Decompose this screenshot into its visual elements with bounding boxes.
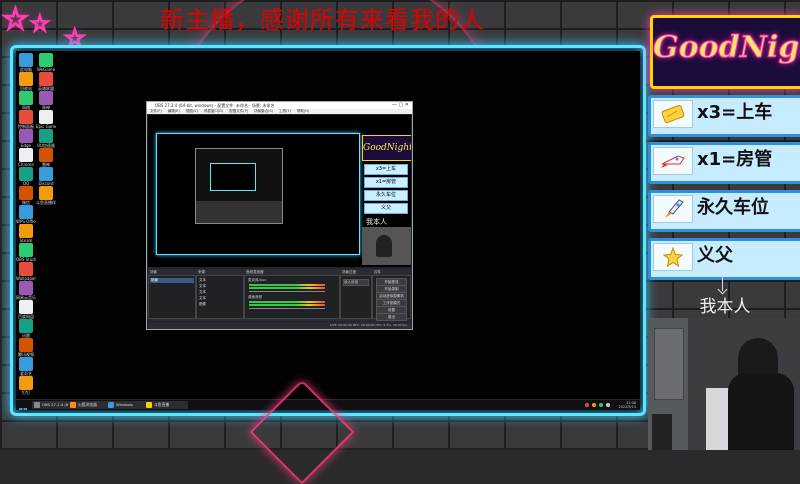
obs-control-button[interactable]: 退出: [376, 313, 407, 321]
obs-window[interactable]: OBS 27.2.4 (64-bit, windows) - 配置文件: 未命名…: [146, 101, 413, 330]
app-icon: [39, 186, 53, 200]
source-item[interactable]: 文本: [199, 278, 242, 283]
obs-menu-item[interactable]: 帮助(H): [297, 109, 309, 113]
obs-menubar[interactable]: 文件(F) 编辑(E) 视图(V) 停靠窗口(D) 配置文件(P) 场景集合(S) 工具(T…: [147, 109, 412, 114]
obs-menu-item[interactable]: 编辑(E): [168, 109, 180, 113]
me-label: 我本人: [699, 297, 751, 317]
star-icon: [653, 243, 693, 271]
desktop-capture-frame: 此电脑 回收站 网络 控制面板 Edge Chrome QQ 微信 WPS Office Stea…: [10, 45, 646, 416]
audio-mixer-dock[interactable]: 音频混音器 麦克风/Aux 桌面音频: [244, 270, 340, 319]
source-item[interactable]: 文本: [199, 296, 242, 301]
nested-gift-tag: 永久车位: [364, 190, 408, 201]
system-clock[interactable]: 21:08 2022/5/14: [619, 401, 636, 409]
source-item[interactable]: 文本: [199, 284, 242, 289]
volume-meter: [249, 287, 325, 289]
controls-dock[interactable]: 控件 开始推流 开始录制 启动虚拟摄像机 工作室模式 设置 退出: [372, 270, 411, 321]
app-icon: [39, 167, 53, 181]
rocket-icon: [653, 147, 693, 175]
nested-gift-tag: x1=房管: [364, 177, 408, 188]
app-icon: [39, 91, 53, 105]
star-icon: ☆: [29, 11, 51, 38]
gift-text: 义父: [697, 245, 733, 266]
scenes-dock[interactable]: 场景 场景: [148, 270, 196, 319]
volume-slider[interactable]: [249, 308, 325, 309]
nested-obs-window: [195, 148, 283, 224]
app-icon: [39, 110, 53, 124]
rocket-icon: [653, 195, 693, 223]
desktop-icon-label: 斗鱼直播伴侣: [36, 200, 56, 205]
star-icon: ☆: [1, 1, 30, 38]
volume-meter: [249, 304, 325, 306]
app-icon: [39, 53, 53, 67]
app-icon: [19, 376, 33, 390]
app-icon: [19, 205, 33, 219]
gift-card: x1=房管: [648, 142, 800, 184]
gift-text: x1=房管: [697, 149, 773, 170]
obs-title-text: OBS 27.2.4 (64-bit, windows) - 配置文件: 未命名…: [155, 103, 275, 108]
nested-me-label: 我本人: [366, 218, 387, 226]
source-item[interactable]: 图像: [199, 302, 242, 307]
source-item[interactable]: 文本: [199, 290, 242, 295]
webcam-feed: [648, 318, 800, 450]
nested-gift-tag: x3=上车: [364, 164, 408, 175]
nested-logo: GoodNight: [362, 135, 411, 161]
obs-menu-item[interactable]: 停靠窗口(D): [204, 109, 223, 113]
desktop-icon-label: 钉钉: [22, 390, 30, 395]
app-icon: [19, 357, 33, 371]
obs-status-bar: LIVE: 00:00:00 REC: 00:00:00 CPU: 5.3%, …: [148, 322, 411, 329]
obs-menu-item[interactable]: 配置文件(P): [229, 109, 248, 113]
obs-titlebar[interactable]: OBS 27.2.4 (64-bit, windows) - 配置文件: 未命名…: [147, 102, 412, 109]
obs-menu-item[interactable]: 场景集合(S): [254, 109, 273, 113]
gift-card: 永久车位: [648, 190, 800, 232]
desktop: 此电脑 回收站 网络 控制面板 Edge Chrome QQ 微信 WPS Office Stea…: [16, 51, 640, 410]
system-tray-icons[interactable]: [585, 403, 610, 407]
app-icon: [19, 300, 33, 314]
down-arrow-icon: [722, 275, 723, 291]
obs-dock-area: 场景 场景 来源 文本 文本 文本 文本 图像 音频混音器 麦克风/Aux 桌面音频: [148, 269, 411, 321]
gift-card: 义父: [648, 238, 800, 280]
app-icon: [19, 319, 33, 333]
stream-banner-text: 新主播，感谢所有来看我的人: [160, 6, 485, 34]
obs-menu-item[interactable]: 文件(F): [150, 109, 162, 113]
app-icon: [39, 148, 53, 162]
desktop-icon[interactable]: 斗鱼直播伴侣: [36, 186, 56, 216]
app-icon: [19, 129, 33, 143]
transitions-dock[interactable]: 场景过渡 淡入淡出: [340, 270, 372, 319]
nested-gift-tag: 义父: [364, 203, 408, 214]
gift-text: x3=上车: [697, 102, 773, 123]
app-icon: [39, 72, 53, 86]
transition-select[interactable]: 淡入淡出: [343, 279, 369, 286]
taskbar-item-douyu[interactable]: 斗鱼直播: [144, 401, 188, 409]
app-icon: [19, 224, 33, 238]
volume-meter: [249, 284, 325, 286]
app-icon: [19, 186, 33, 200]
obs-menu-item[interactable]: 工具(T): [279, 109, 291, 113]
volume-meter: [249, 301, 325, 303]
gift-text: 永久车位: [697, 197, 769, 218]
obs-menu-item[interactable]: 视图(V): [186, 109, 198, 113]
app-icon: [19, 72, 33, 86]
goodnight-logo: GoodNight: [650, 15, 800, 89]
app-icon: [19, 243, 33, 257]
volume-slider[interactable]: [249, 291, 325, 292]
app-icon: [19, 262, 33, 276]
windows-start-icon[interactable]: [19, 401, 27, 410]
sources-dock[interactable]: 来源 文本 文本 文本 文本 图像: [196, 270, 244, 319]
window-controls[interactable]: — ▢ ✕: [392, 102, 409, 109]
scene-item[interactable]: 场景: [150, 278, 194, 283]
app-icon: [19, 110, 33, 124]
app-icon: [19, 338, 33, 352]
ticket-icon: [653, 100, 693, 128]
app-icon: [19, 167, 33, 181]
app-icon: [19, 281, 33, 295]
gift-card: x3=上车: [648, 95, 800, 137]
app-icon: [19, 53, 33, 67]
nested-webcam: [362, 227, 411, 265]
obs-preview: GoodNight x3=上车 x1=房管 永久车位 义父 我本人: [148, 115, 411, 267]
app-icon: [19, 148, 33, 162]
app-icon: [19, 91, 33, 105]
nested-desktop-frame: [156, 133, 360, 255]
app-icon: [39, 129, 53, 143]
logo-text: GoodNight: [653, 30, 800, 66]
